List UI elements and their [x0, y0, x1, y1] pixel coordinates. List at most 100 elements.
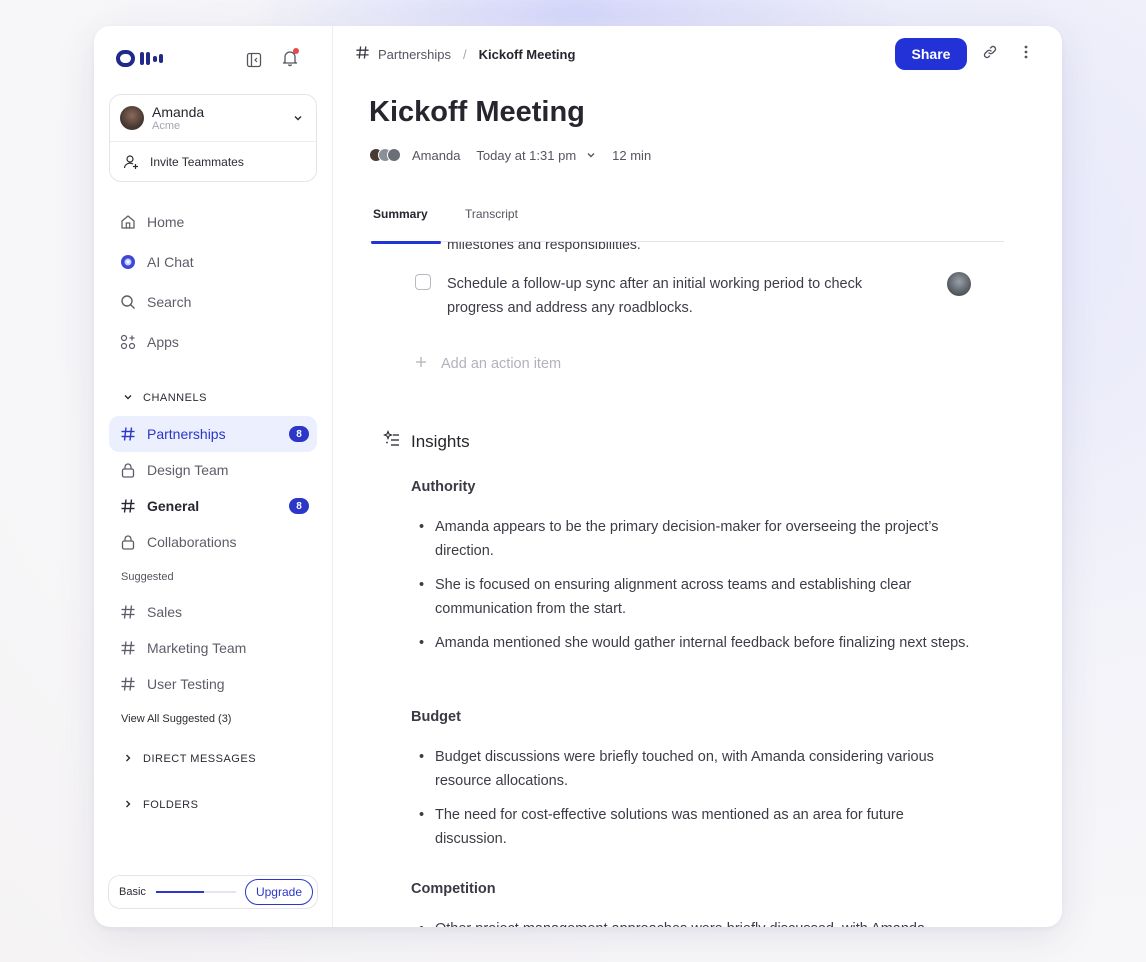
direct-messages-label: DIRECT MESSAGES	[143, 753, 257, 765]
channel-label: Collaborations	[147, 534, 237, 550]
user-name: Amanda	[152, 103, 205, 120]
authority-bullets: Amanda appears to be the primary decisio…	[411, 515, 971, 665]
competition-bullets: Other project management approaches were…	[411, 917, 971, 927]
section-title: Competition	[411, 881, 496, 897]
user-org: Acme	[152, 119, 181, 132]
nav-home[interactable]: Home	[109, 204, 317, 240]
suggested-label: Suggested	[121, 571, 174, 583]
channels-label: CHANNELS	[143, 392, 207, 404]
suggested-user-testing[interactable]: User Testing	[109, 666, 317, 702]
main-panel: Partnerships / Kickoff Meeting Share Kic…	[333, 26, 1062, 927]
plan-label: Basic	[119, 886, 146, 898]
page-title: Kickoff Meeting	[369, 96, 585, 128]
home-icon	[119, 213, 137, 231]
more-options-icon[interactable]	[1023, 44, 1029, 65]
hash-icon	[119, 603, 137, 621]
sidebar: Amanda Acme Invite Teammates Home AI Cha…	[94, 26, 333, 927]
meeting-time[interactable]: Today at 1:31 pm	[476, 148, 576, 163]
list-item: Amanda mentioned she would gather intern…	[411, 631, 971, 655]
plan-usage-fill	[155, 891, 204, 893]
budget-bullets: Budget discussions were briefly touched …	[411, 745, 971, 861]
otter-logo[interactable]	[116, 50, 163, 67]
avatar	[120, 106, 144, 130]
meeting-duration: 12 min	[612, 147, 652, 163]
link-icon[interactable]	[982, 44, 998, 65]
meeting-meta: Amanda Today at 1:31 pm 12 min	[369, 146, 651, 164]
view-all-suggested-link[interactable]: View All Suggested (3)	[109, 702, 317, 736]
insights-heading: Insights	[383, 430, 470, 453]
plan-usage-bar	[155, 891, 236, 893]
app-window: Amanda Acme Invite Teammates Home AI Cha…	[94, 26, 1062, 927]
chevron-right-icon	[123, 753, 133, 766]
plan-widget: Basic Upgrade	[108, 875, 318, 909]
breadcrumb-separator: /	[462, 46, 467, 62]
user-card: Amanda Acme Invite Teammates	[109, 94, 317, 182]
nav-label: Search	[147, 294, 192, 310]
channel-design-team[interactable]: Design Team	[109, 452, 317, 488]
add-action-item-button[interactable]: Add an action item	[415, 356, 561, 372]
list-item: Budget discussions were briefly touched …	[411, 745, 971, 793]
nav-label: AI Chat	[147, 254, 194, 270]
folders-label: FOLDERS	[143, 799, 199, 811]
suggested-marketing-team[interactable]: Marketing Team	[109, 630, 317, 666]
action-item-text[interactable]: Schedule a follow-up sync after an initi…	[447, 272, 867, 320]
channel-collaborations[interactable]: Collaborations	[109, 524, 317, 560]
hash-icon	[355, 45, 370, 63]
lock-icon	[119, 461, 137, 479]
hash-icon	[119, 675, 137, 693]
account-switcher[interactable]: Amanda Acme	[110, 95, 316, 142]
list-item: She is focused on ensuring alignment acr…	[411, 573, 971, 621]
nav-label: Home	[147, 214, 185, 230]
invite-teammates-button[interactable]: Invite Teammates	[110, 142, 316, 181]
lock-icon	[119, 533, 137, 551]
nav-ai-chat[interactable]: AI Chat	[109, 244, 317, 280]
list-item: Amanda appears to be the primary decisio…	[411, 515, 971, 563]
meeting-owner[interactable]: Amanda	[412, 148, 460, 163]
tab-transcript[interactable]: Transcript	[465, 204, 518, 242]
breadcrumb: Partnerships / Kickoff Meeting	[355, 45, 575, 63]
sparkle-list-icon	[383, 430, 401, 453]
summary-content: milestones and responsibilities. Schedul…	[369, 242, 1009, 927]
chevron-down-icon	[292, 111, 304, 129]
hash-icon	[119, 425, 137, 443]
direct-messages-toggle[interactable]: DIRECT MESSAGES	[109, 736, 317, 782]
participant-avatars[interactable]	[369, 148, 401, 162]
folders-toggle[interactable]: FOLDERS	[109, 782, 317, 828]
plus-icon	[415, 356, 427, 372]
bell-icon[interactable]	[280, 48, 300, 68]
chevron-down-icon[interactable]	[586, 148, 596, 163]
channel-label: Partnerships	[147, 426, 226, 442]
breadcrumb-parent[interactable]: Partnerships	[378, 47, 451, 62]
channel-label: General	[147, 498, 200, 514]
nav-search[interactable]: Search	[109, 284, 317, 320]
share-button[interactable]: Share	[895, 38, 967, 70]
channels-nav: CHANNELS Partnerships 8 Design Team Gene…	[109, 380, 317, 828]
chevron-right-icon	[123, 799, 133, 812]
notification-dot	[293, 48, 299, 54]
action-item-text-partial: milestones and responsibilities.	[447, 242, 641, 252]
invite-label: Invite Teammates	[150, 154, 244, 169]
tab-label: Transcript	[465, 207, 518, 221]
main-nav: Home AI Chat Search Apps	[109, 204, 317, 360]
channel-label: Design Team	[147, 462, 229, 478]
upgrade-button[interactable]: Upgrade	[244, 879, 313, 905]
tab-summary[interactable]: Summary	[371, 204, 441, 244]
action-item-checkbox[interactable]	[415, 274, 431, 290]
sidebar-toggle-icon[interactable]	[244, 50, 264, 70]
channel-partnerships[interactable]: Partnerships 8	[109, 416, 317, 452]
add-user-icon	[122, 153, 140, 171]
tab-label: Summary	[373, 207, 428, 221]
channels-toggle[interactable]: CHANNELS	[109, 380, 317, 416]
suggested-sales[interactable]: Sales	[109, 594, 317, 630]
section-title: Budget	[411, 709, 461, 725]
list-item: The need for cost-effective solutions wa…	[411, 803, 971, 851]
insights-title: Insights	[411, 431, 470, 451]
ai-chat-icon	[119, 253, 137, 271]
nav-apps[interactable]: Apps	[109, 324, 317, 360]
breadcrumb-current: Kickoff Meeting	[478, 46, 576, 62]
assignee-avatar[interactable]	[947, 272, 971, 296]
channel-label: Marketing Team	[147, 640, 247, 656]
section-title: Authority	[411, 479, 476, 495]
hash-icon	[119, 639, 137, 657]
channel-general[interactable]: General 8	[109, 488, 317, 524]
